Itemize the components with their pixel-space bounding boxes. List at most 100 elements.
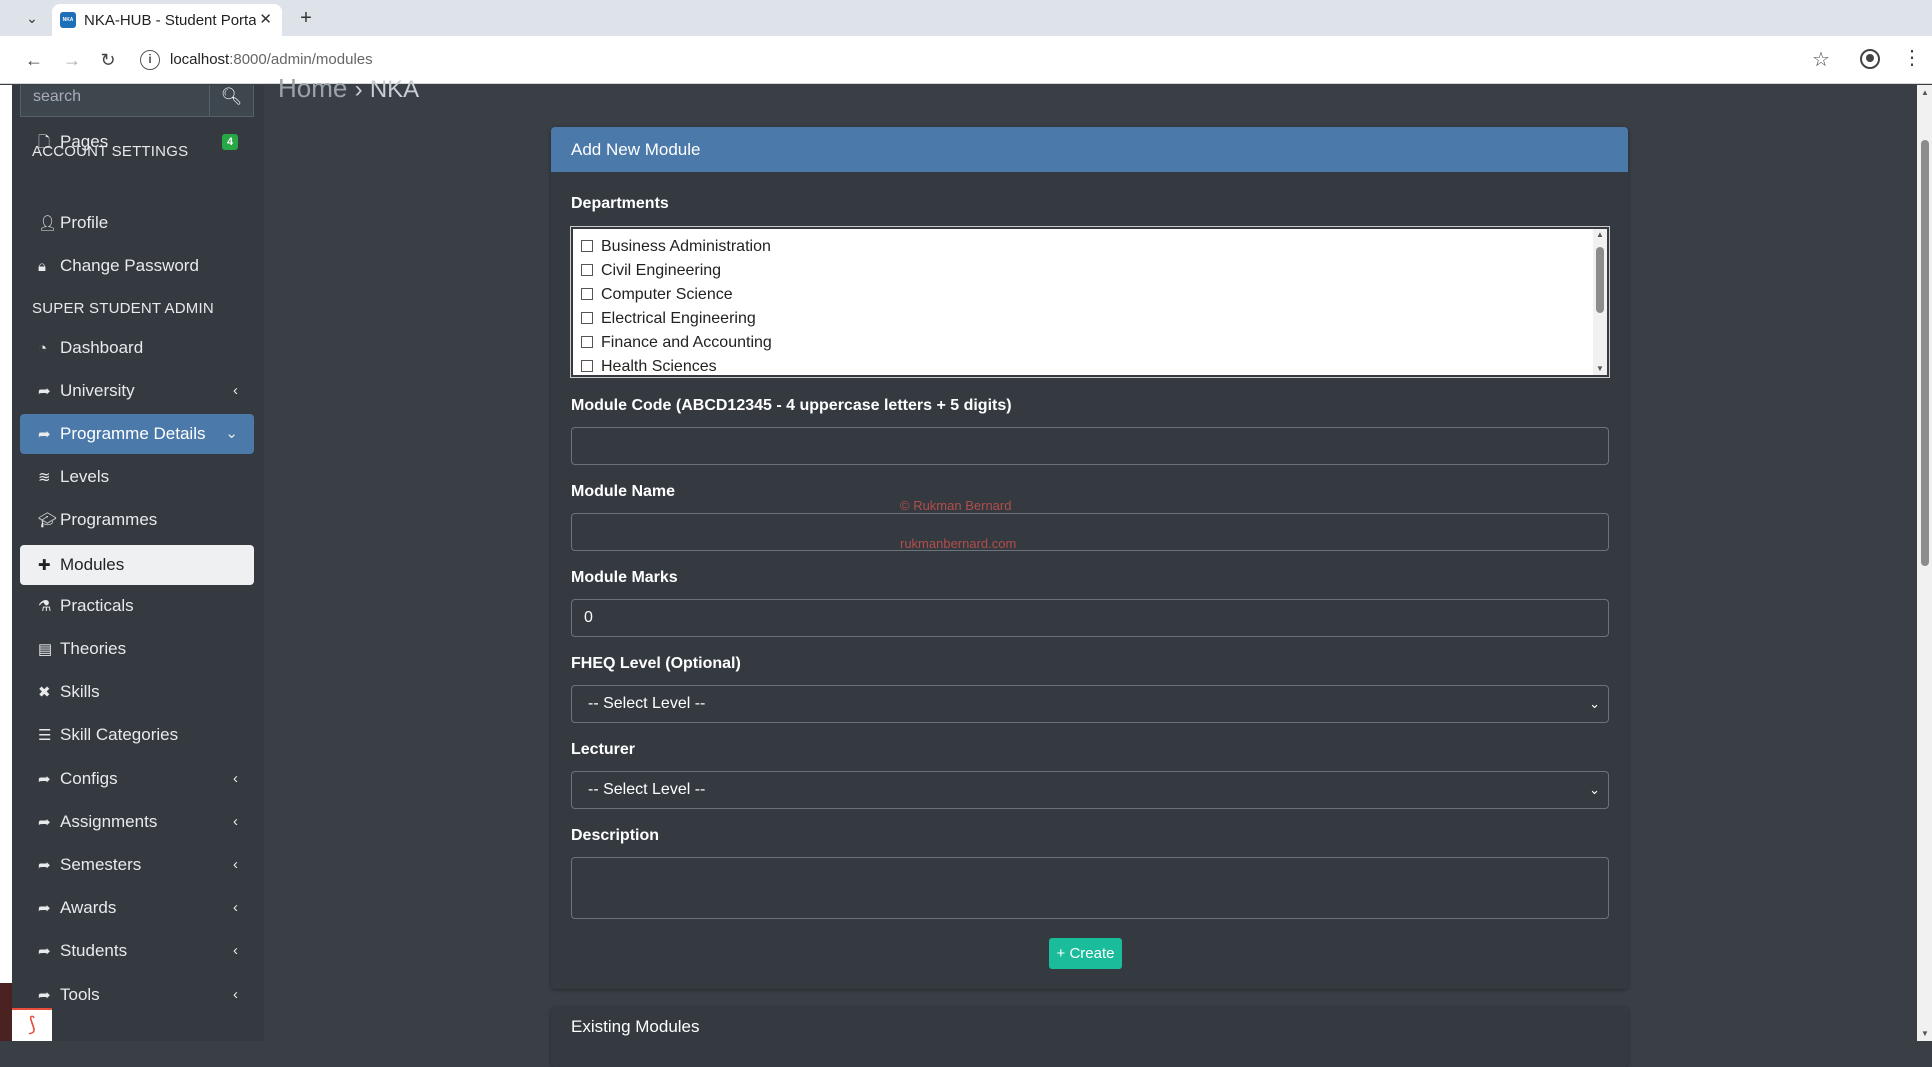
scroll-up-arrow-icon[interactable]: ▲ [1921,88,1929,97]
site-info-icon[interactable]: i [140,50,160,70]
tab-search-chevron-icon[interactable]: ⌄ [20,8,44,28]
account-icon[interactable] [1860,49,1880,69]
forward-arrow-icon[interactable]: → [60,48,84,72]
checkbox[interactable] [581,360,593,372]
sidebar-item-label: Students [60,941,128,960]
chevron-down-icon: ⌄ [1589,782,1600,797]
checkbox[interactable] [581,288,593,300]
module-code-label: Module Code (ABCD12345 - 4 uppercase let… [571,397,1012,414]
search-icon[interactable]: 🔍︎ [210,85,254,117]
scroll-down-arrow-icon[interactable]: ▼ [1596,365,1604,373]
module-name-input[interactable] [571,513,1609,551]
sidebar-item-dashboard[interactable]: ◔ Dashboard [20,328,254,368]
sidebar-item-label: Configs [60,769,118,788]
bookmark-star-icon[interactable]: ☆ [1812,48,1830,72]
scroll-thumb[interactable] [1596,247,1604,313]
chevron-left-icon: ‹ [233,382,238,399]
sidebar-item-semesters[interactable]: ➦ Semesters ‹ [20,845,254,885]
module-marks-label: Module Marks [571,569,678,586]
section-header-account: ACCOUNT SETTINGS [32,143,189,160]
department-option[interactable]: Finance and Accounting [581,333,772,353]
department-option[interactable]: Business Administration [581,237,771,257]
sidebar-item-profile[interactable]: 👤︎ Profile [20,203,254,243]
breadcrumb-separator: › [354,76,363,103]
share-arrow-icon: ➦ [38,900,51,917]
sidebar-item-label: Levels [60,467,110,486]
department-label: Business Administration [601,238,771,255]
sidebar-item-label: Change Password [60,256,199,275]
tab-close-icon[interactable]: ✕ [259,11,272,29]
existing-modules-title: Existing Modules [571,1017,700,1036]
description-textarea[interactable] [571,857,1609,919]
department-option[interactable]: Health Sciences [581,357,717,375]
address-bar[interactable]: localhost:8000/admin/modules [170,50,373,70]
search-input[interactable] [20,85,210,117]
add-module-card: Add New Module Departments Business Admi… [551,127,1628,989]
department-option[interactable]: Civil Engineering [581,261,721,281]
chevron-left-icon: ‹ [233,813,238,830]
sidebar-item-levels[interactable]: ≋ Levels [20,457,254,497]
reload-icon[interactable]: ↻ [96,48,120,72]
departments-list[interactable]: Business Administration Civil Engineerin… [571,227,1609,377]
sidebar-item-students[interactable]: ➦ Students ‹ [20,931,254,971]
sidebar-item-label: Programme Details [60,424,206,443]
watermark-copyright: © Rukman Bernard [900,498,1012,513]
sidebar-item-theories[interactable]: ▤ Theories [20,629,254,669]
sidebar-item-configs[interactable]: ➦ Configs ‹ [20,759,254,799]
tab-title: NKA-HUB - Student Portal [84,12,256,29]
tools-icon: ✖ [38,684,51,701]
sidebar-item-programmes[interactable]: 🎓︎ Programmes [20,500,254,540]
sidebar-item-university[interactable]: ➦ University ‹ [20,371,254,411]
departments-label: Departments [571,195,669,212]
checkbox[interactable] [581,336,593,348]
sidebar-item-tools[interactable]: ➦ Tools ‹ [20,975,254,1015]
sidebar-item-label: Practicals [60,596,134,615]
sidebar-item-awards[interactable]: ➦ Awards ‹ [20,888,254,928]
checkbox[interactable] [581,264,593,276]
checkbox[interactable] [581,312,593,324]
create-button[interactable]: + Create [1049,938,1122,969]
laravel-logo-icon[interactable]: ⟆ [12,1008,52,1041]
browser-menu-icon[interactable]: ⋮ [1902,46,1922,70]
sidebar-item-programme-details[interactable]: ➦ Programme Details ⌄ [20,414,254,454]
scroll-up-arrow-icon[interactable]: ▲ [1596,231,1604,239]
department-option[interactable]: Electrical Engineering [581,309,756,329]
departments-scrollbar[interactable]: ▲ ▼ [1593,229,1607,375]
fheq-level-label: FHEQ Level (Optional) [571,655,741,672]
breadcrumb: Home › NKA [278,73,419,104]
section-header-super-admin: SUPER STUDENT ADMIN [32,300,214,317]
sidebar-item-assignments[interactable]: ➦ Assignments ‹ [20,802,254,842]
list-alt-icon: ☰ [38,727,52,744]
url-host: localhost [170,51,230,68]
sidebar-item-practicals[interactable]: ⚗ Practicals [20,586,254,626]
department-label: Electrical Engineering [601,310,756,327]
sidebar-item-skill-categories[interactable]: ☰ Skill Categories [20,715,254,755]
scroll-down-arrow-icon[interactable]: ▼ [1921,1029,1929,1038]
chevron-left-icon: ‹ [233,770,238,787]
sidebar-item-change-password[interactable]: 🔒︎ Change Password [20,246,254,286]
breadcrumb-current: NKA [369,76,420,103]
sidebar-item-skills[interactable]: ✖ Skills [20,672,254,712]
page-scrollbar[interactable]: ▲ ▼ [1917,85,1932,1041]
module-marks-input[interactable]: 0 [571,599,1609,637]
book-icon: ▤ [38,641,53,658]
department-option[interactable]: Computer Science [581,285,733,305]
department-label: Health Sciences [601,358,717,375]
module-code-input[interactable] [571,427,1609,465]
checkbox[interactable] [581,240,593,252]
scroll-thumb[interactable] [1921,140,1929,566]
fheq-selected-value: -- Select Level -- [588,695,706,712]
breadcrumb-home[interactable]: Home [278,73,347,103]
fheq-level-select[interactable]: -- Select Level -- ⌄ [571,685,1609,723]
back-arrow-icon[interactable]: ← [22,48,46,72]
lecturer-select[interactable]: -- Select Level -- ⌄ [571,771,1609,809]
card-title: Add New Module [551,127,1628,172]
chevron-down-icon: ⌄ [225,425,238,442]
browser-tab-active[interactable]: NKA NKA-HUB - Student Portal ✕ [52,4,282,36]
lecturer-selected-value: -- Select Level -- [588,781,706,798]
new-tab-icon[interactable]: + [294,6,318,30]
sidebar-item-modules[interactable]: ✚ Modules [20,545,254,585]
department-label: Computer Science [601,286,733,303]
favicon-icon: NKA [60,12,76,28]
share-arrow-icon: ➦ [38,383,51,400]
